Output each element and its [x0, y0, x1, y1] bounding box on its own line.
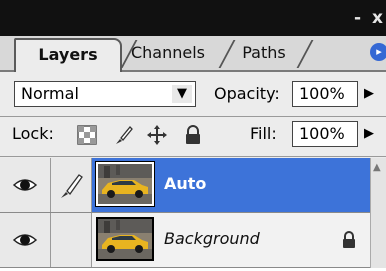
layer-name-auto[interactable]: Auto [164, 174, 206, 193]
minimize-button[interactable]: - [354, 10, 361, 27]
layers-scrollbar[interactable]: ▲ [370, 158, 386, 268]
opacity-slider-arrow-icon[interactable]: ▶ [364, 86, 374, 101]
panel-menu-button[interactable]: ▸ [370, 43, 386, 61]
car-image [98, 164, 152, 204]
layers-list: Auto Background [0, 158, 370, 268]
lock-icon [343, 231, 355, 248]
close-button[interactable]: x [372, 10, 383, 27]
opacity-field[interactable]: 100% [292, 81, 358, 107]
panel-titlebar: - x [0, 0, 386, 36]
blend-opacity-row: Normal ▼ Opacity: 100% ▶ [0, 72, 386, 116]
visibility-toggle[interactable] [0, 213, 51, 267]
lock-move-icon[interactable] [146, 124, 168, 146]
blend-mode-value: Normal [21, 84, 79, 103]
link-status-cell[interactable] [51, 213, 92, 267]
tab-strip: Layers Channels Paths ▸ [0, 36, 386, 73]
chevron-down-icon[interactable]: ▼ [172, 85, 192, 103]
opacity-label: Opacity: [214, 84, 280, 103]
layers-panel: - x Layers Channels Paths ▸ Normal ▼ Opa… [0, 0, 386, 268]
car-image [98, 219, 152, 259]
eye-icon [12, 234, 38, 246]
lock-fill-row: Lock: Fill: 100% ▶ [0, 116, 386, 156]
lock-paint-icon[interactable] [112, 124, 134, 146]
lock-label: Lock: [12, 124, 54, 143]
panel-body: Normal ▼ Opacity: 100% ▶ Lock: Fill: 100… [0, 72, 386, 268]
tab-channels[interactable]: Channels [122, 38, 214, 68]
scroll-up-icon[interactable]: ▲ [373, 162, 381, 173]
layer-name-background[interactable]: Background [164, 229, 260, 248]
brush-status-cell[interactable] [51, 158, 92, 212]
lock-transparent-icon[interactable] [76, 124, 98, 146]
blend-mode-select[interactable]: Normal ▼ [14, 81, 196, 107]
visibility-toggle[interactable] [0, 158, 51, 212]
paintbrush-icon [61, 174, 83, 198]
lock-all-icon[interactable] [182, 124, 204, 146]
eye-icon [12, 179, 38, 191]
layer-row-background[interactable]: Background [0, 213, 370, 268]
fill-slider-arrow-icon[interactable]: ▶ [364, 126, 374, 141]
layer-thumbnail-background[interactable] [96, 217, 154, 261]
tab-paths[interactable]: Paths [232, 38, 296, 68]
fill-field[interactable]: 100% [292, 121, 358, 147]
layer-row-auto[interactable]: Auto [0, 158, 370, 213]
tab-layers[interactable]: Layers [14, 38, 122, 73]
layer-thumbnail-auto[interactable] [95, 161, 155, 207]
divider [0, 156, 386, 157]
fill-label: Fill: [250, 124, 277, 143]
tab-divider [296, 40, 314, 68]
